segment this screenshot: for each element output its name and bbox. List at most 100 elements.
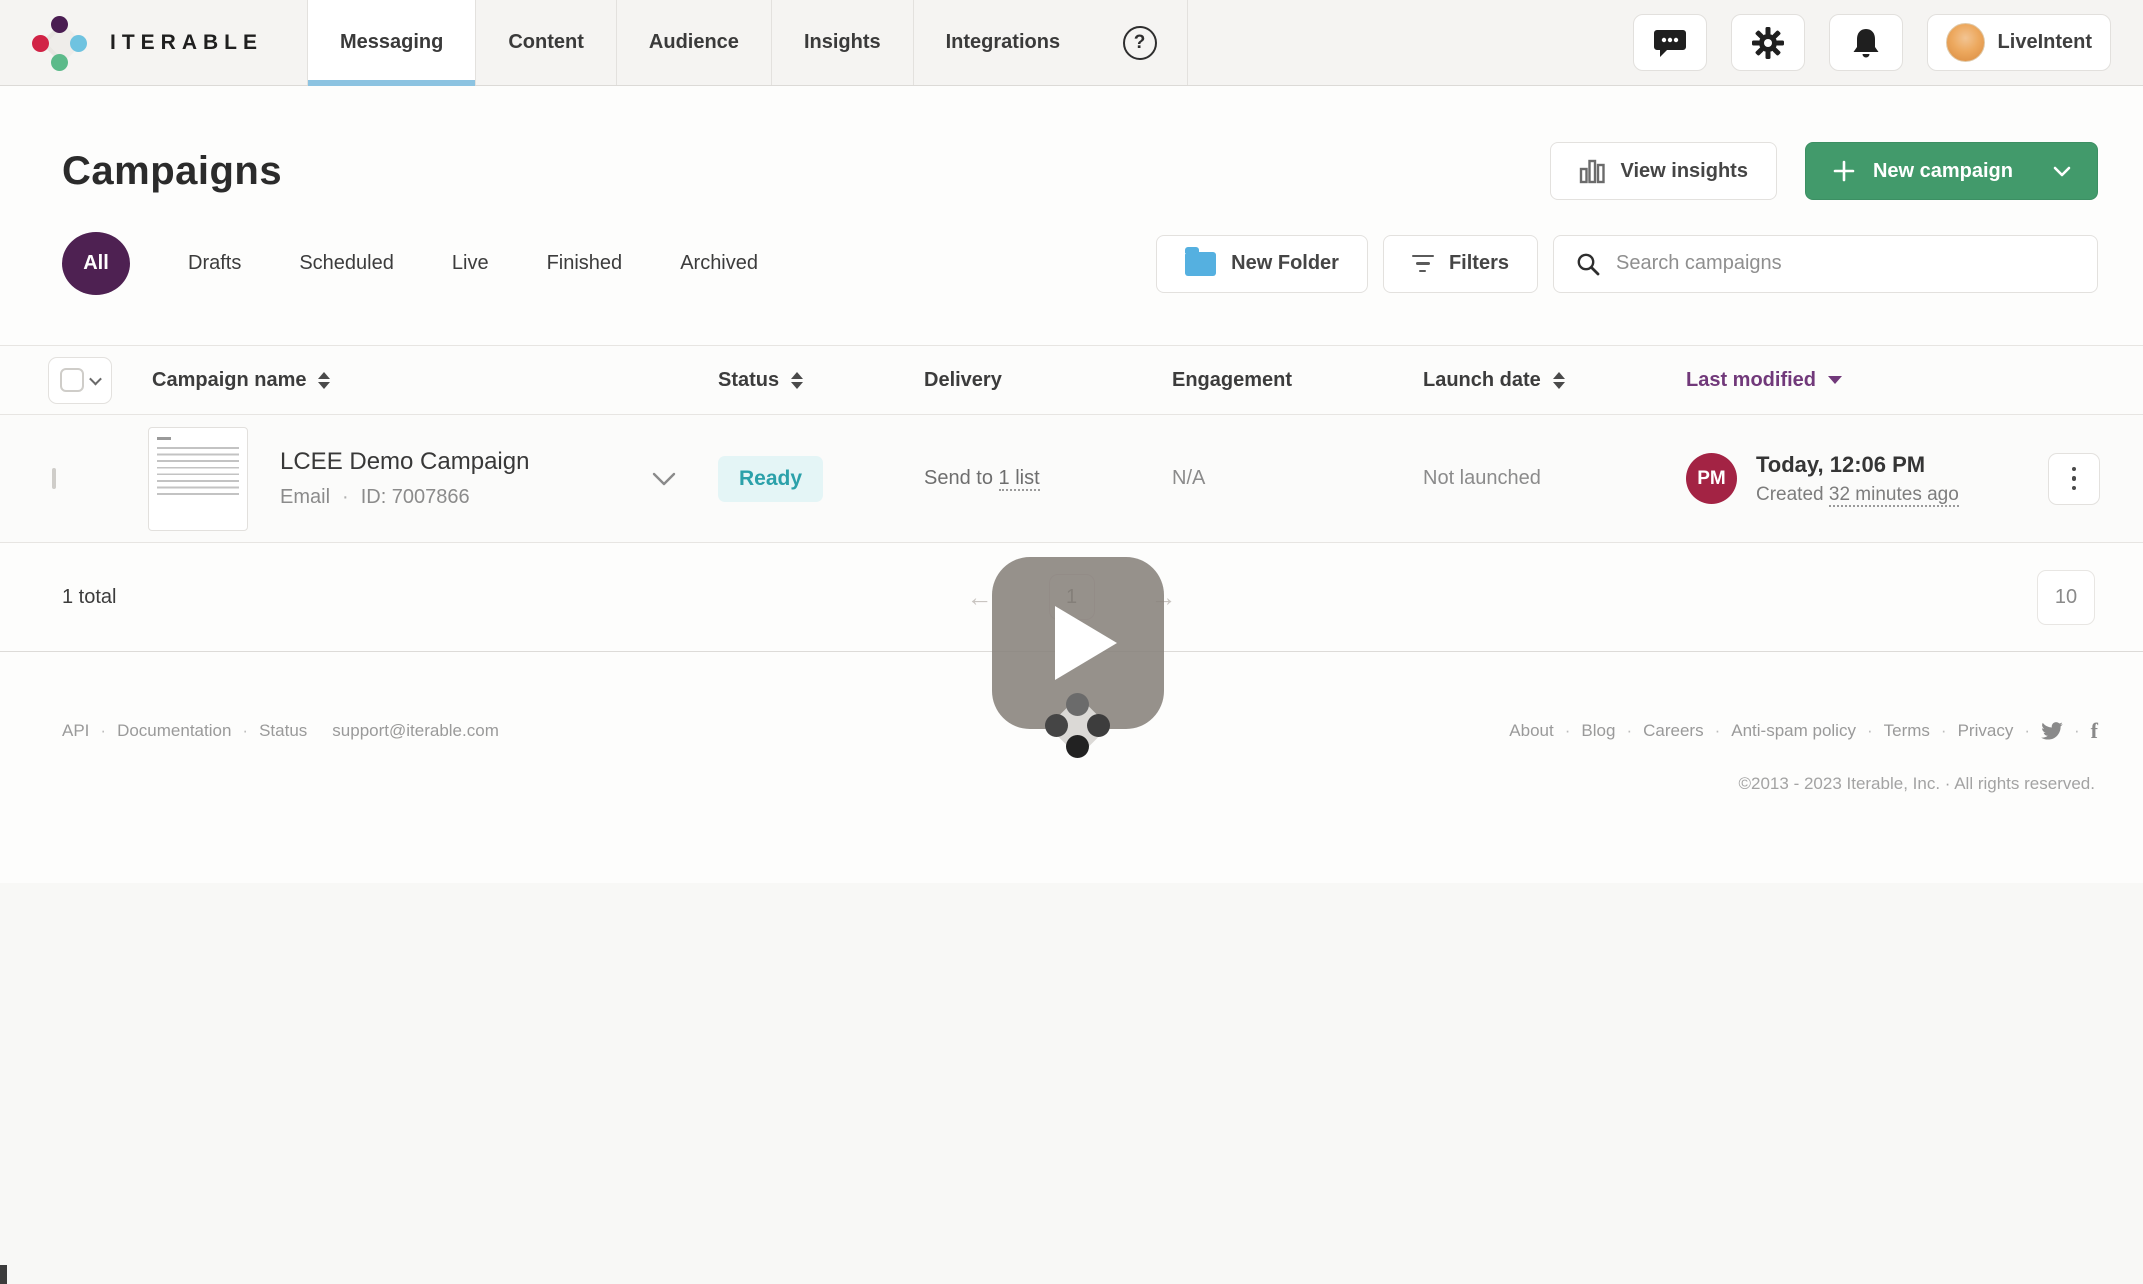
kebab-icon <box>2072 467 2077 472</box>
select-all-checkbox[interactable] <box>60 368 84 392</box>
column-launch-date[interactable]: Launch date <box>1423 369 1686 392</box>
last-modified-cell: PM Today, 12:06 PM Created 32 minutes ag… <box>1686 452 2048 506</box>
tab-integrations[interactable]: Integrations <box>913 0 1092 85</box>
status-badge: Ready <box>718 456 823 502</box>
account-name: LiveIntent <box>1998 31 2092 54</box>
meta-separator <box>342 486 349 509</box>
footer-link-terms[interactable]: Terms <box>1884 721 1930 741</box>
nav-actions: LiveIntent <box>1633 0 2143 85</box>
help-button[interactable]: ? <box>1092 0 1188 85</box>
loading-indicator <box>1030 678 1126 774</box>
sort-icon <box>791 372 803 389</box>
filter-toolbar: All Drafts Scheduled Live Finished Archi… <box>0 200 2143 295</box>
header-actions: View insights New campaign <box>1550 142 2099 200</box>
footer-link-documentation[interactable]: Documentation <box>117 721 231 741</box>
campaign-name-link[interactable]: LCEE Demo Campaign <box>280 448 529 476</box>
search-campaigns-box <box>1553 235 2098 293</box>
modifier-avatar: PM <box>1686 453 1737 504</box>
filter-pill-scheduled[interactable]: Scheduled <box>299 252 394 275</box>
chat-icon <box>1653 28 1687 58</box>
tab-insights[interactable]: Insights <box>771 0 913 85</box>
engagement-cell: N/A <box>1172 467 1423 490</box>
iterable-logo-icon <box>30 14 88 72</box>
sort-icon <box>1553 372 1565 389</box>
insights-icon <box>1579 158 1606 184</box>
folder-icon <box>1185 252 1216 276</box>
sort-desc-icon <box>1828 376 1842 384</box>
delivery-cell: Send to 1 list <box>924 467 1172 490</box>
page-title: Campaigns <box>62 149 282 194</box>
footer-link-careers[interactable]: Careers <box>1643 721 1703 741</box>
created-ago-link[interactable]: 32 minutes ago <box>1829 484 1959 507</box>
row-expand-chevron-icon[interactable] <box>652 472 676 486</box>
filter-pill-live[interactable]: Live <box>452 252 489 275</box>
column-status[interactable]: Status <box>718 369 924 392</box>
row-actions-button[interactable] <box>2048 453 2100 505</box>
notifications-button[interactable] <box>1829 14 1903 71</box>
select-all-control[interactable] <box>48 357 112 404</box>
footer-link-antispam[interactable]: Anti-spam policy <box>1731 721 1856 741</box>
filter-pill-archived[interactable]: Archived <box>680 252 758 275</box>
tab-audience[interactable]: Audience <box>616 0 771 85</box>
search-icon <box>1576 252 1600 276</box>
filter-pill-drafts[interactable]: Drafts <box>188 252 241 275</box>
tab-messaging[interactable]: Messaging <box>307 0 475 85</box>
campaign-id: ID: 7007866 <box>361 486 470 509</box>
top-navbar: ITERABLE Messaging Content Audience Insi… <box>0 0 2143 86</box>
page-size-selector[interactable]: 10 <box>2037 570 2095 625</box>
bell-icon <box>1851 27 1881 59</box>
footer-link-api[interactable]: API <box>62 721 89 741</box>
tab-content[interactable]: Content <box>475 0 616 85</box>
footer-link-privacy[interactable]: Privacy <box>1958 721 2014 741</box>
footer-left-links: API · Documentation · Status support@ite… <box>62 721 499 741</box>
facebook-link[interactable]: f <box>2091 718 2098 744</box>
footer-right-links: About · Blog · Careers · Anti-spam polic… <box>1509 718 2098 744</box>
filter-icon <box>1412 255 1434 273</box>
table-row: LCEE Demo Campaign Email ID: 7007866 Rea… <box>0 415 2143 543</box>
column-engagement: Engagement <box>1172 369 1423 392</box>
delivery-list-link[interactable]: 1 list <box>999 467 1040 491</box>
facebook-icon: f <box>2091 718 2098 744</box>
footer-link-blog[interactable]: Blog <box>1581 721 1615 741</box>
created-time: Created 32 minutes ago <box>1756 484 1959 506</box>
plus-icon <box>1832 159 1856 183</box>
chat-button[interactable] <box>1633 14 1707 71</box>
primary-nav: Messaging Content Audience Insights Inte… <box>307 0 1188 85</box>
view-insights-button[interactable]: View insights <box>1550 142 1777 200</box>
toolbar-right: New Folder Filters <box>1156 235 2098 293</box>
prev-page-arrow[interactable]: ← <box>967 584 993 610</box>
column-campaign-name[interactable]: Campaign name <box>110 369 718 392</box>
footer-link-about[interactable]: About <box>1509 721 1553 741</box>
row-checkbox[interactable] <box>52 468 56 489</box>
search-input[interactable] <box>1616 252 2075 275</box>
twitter-icon <box>2041 722 2063 740</box>
play-icon <box>1055 606 1117 680</box>
new-campaign-button[interactable]: New campaign <box>1805 142 2098 200</box>
modified-time: Today, 12:06 PM <box>1756 452 1959 478</box>
footer-link-status[interactable]: Status <box>259 721 307 741</box>
help-icon: ? <box>1123 26 1157 60</box>
campaign-channel: Email <box>280 486 330 509</box>
account-menu-button[interactable]: LiveIntent <box>1927 14 2111 71</box>
total-count: 1 total <box>62 586 116 609</box>
user-avatar <box>1946 23 1985 62</box>
select-menu-chevron-icon <box>89 372 102 385</box>
launch-date-cell: Not launched <box>1423 467 1686 490</box>
column-last-modified[interactable]: Last modified <box>1686 369 2048 392</box>
filter-pill-finished[interactable]: Finished <box>547 252 623 275</box>
table-header: Campaign name Status Delivery Engagement… <box>0 345 2143 415</box>
gear-icon <box>1752 27 1784 59</box>
campaigns-table: Campaign name Status Delivery Engagement… <box>0 345 2143 543</box>
brand-wordmark: ITERABLE <box>110 31 263 55</box>
page-background <box>0 883 2143 1284</box>
brand-logo[interactable]: ITERABLE <box>0 0 307 85</box>
column-delivery: Delivery <box>924 369 1172 392</box>
support-email-link[interactable]: support@iterable.com <box>332 721 499 741</box>
email-preview-thumbnail[interactable] <box>148 427 248 531</box>
twitter-link[interactable] <box>2041 722 2063 740</box>
new-folder-button[interactable]: New Folder <box>1156 235 1368 293</box>
iterable-campaigns-page: ITERABLE Messaging Content Audience Insi… <box>0 0 2143 1284</box>
filter-pill-all[interactable]: All <box>62 232 130 295</box>
settings-button[interactable] <box>1731 14 1805 71</box>
filters-button[interactable]: Filters <box>1383 235 1538 293</box>
